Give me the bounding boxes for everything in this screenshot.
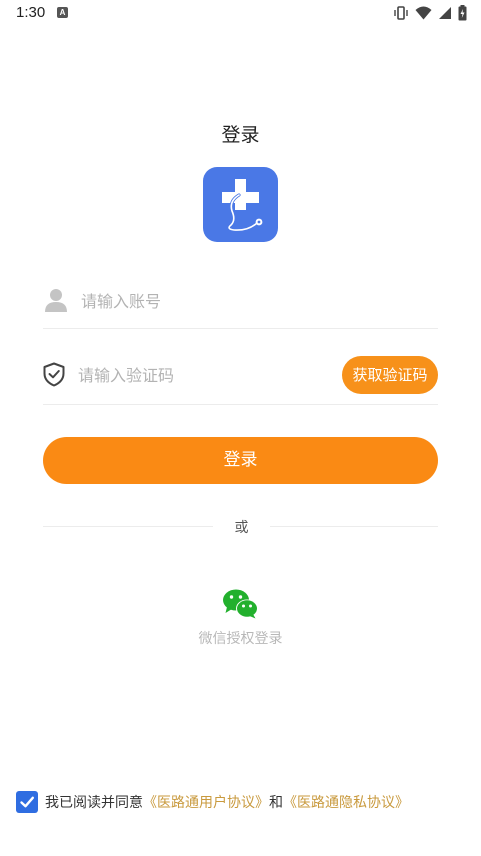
checkmark-icon bbox=[20, 796, 34, 808]
agreement-row: 我已阅读并同意 《医路通用户协议》 和 《医路通隐私协议》 bbox=[16, 790, 409, 814]
status-time: 1:30 bbox=[16, 4, 46, 21]
vibrate-icon bbox=[394, 6, 408, 20]
wechat-icon[interactable] bbox=[222, 589, 259, 623]
user-agreement-link[interactable]: 《医路通用户协议》 bbox=[143, 792, 269, 812]
divider-text: 或 bbox=[234, 520, 249, 536]
shield-check-icon bbox=[43, 362, 65, 391]
signal-icon bbox=[439, 7, 451, 19]
app-logo bbox=[203, 167, 278, 242]
agreement-prefix: 我已阅读并同意 bbox=[45, 795, 143, 811]
status-bar: 1:30 A bbox=[0, 0, 481, 28]
login-button[interactable]: 登录 bbox=[43, 437, 438, 484]
medical-cross-stethoscope-logo bbox=[222, 179, 263, 232]
wechat-login-label[interactable]: 微信授权登录 bbox=[0, 628, 481, 648]
wifi-icon bbox=[415, 6, 432, 20]
battery-charging-icon bbox=[458, 5, 467, 21]
agreement-checkbox[interactable] bbox=[16, 791, 38, 813]
account-row bbox=[43, 276, 438, 329]
a-notification-icon: A bbox=[57, 7, 68, 18]
privacy-agreement-link[interactable]: 《医路通隐私协议》 bbox=[283, 792, 409, 812]
status-icons bbox=[393, 5, 467, 21]
user-icon bbox=[45, 288, 67, 317]
page-title: 登录 bbox=[221, 124, 260, 146]
divider-line-left bbox=[43, 526, 213, 527]
account-input[interactable] bbox=[81, 289, 411, 313]
code-row: 获取验证码 bbox=[43, 352, 438, 405]
verification-code-input[interactable] bbox=[78, 363, 328, 387]
get-code-button[interactable]: 获取验证码 bbox=[342, 356, 438, 394]
agreement-conjunction: 和 bbox=[269, 795, 283, 811]
divider-line-right bbox=[270, 526, 438, 527]
